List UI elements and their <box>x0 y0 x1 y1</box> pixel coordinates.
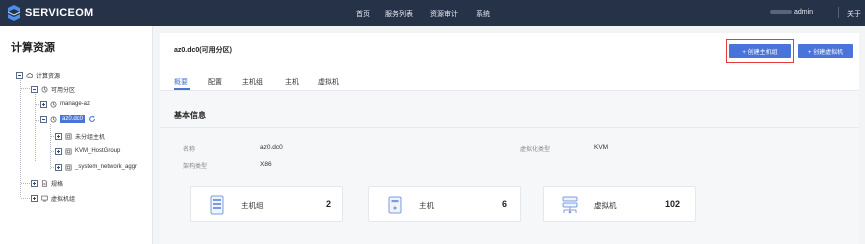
app-logo[interactable]: SERVICEOM <box>6 4 94 22</box>
host-group-icon <box>65 164 72 170</box>
tree-label-selected: az0.dc0 <box>60 115 86 123</box>
tree-guide-line <box>21 183 30 184</box>
tree-node-vm-group[interactable]: 虚拟机组 <box>31 192 75 204</box>
host-icon <box>388 196 402 214</box>
tree-node-az0-dc0[interactable]: az0.dc0 <box>40 113 96 125</box>
tree-label: 可用分区 <box>51 87 76 94</box>
nav-resource-audit[interactable]: 资源审计 <box>430 9 458 19</box>
page-title: az0.dc0(可用分区) <box>174 47 232 54</box>
field-label-virt-type: 虚拟化类型 <box>520 147 551 153</box>
field-value-virt-type: KVM <box>594 144 609 151</box>
vm-group-icon <box>41 195 48 201</box>
section-title: 基本信息 <box>174 111 206 120</box>
basic-info-section: 基本信息 名称 az0.dc0 虚拟化类型 KVM 架构类型 X86 主机组 2 <box>160 91 859 244</box>
field-label-name: 名称 <box>183 147 196 153</box>
nav-system[interactable]: 系统 <box>476 9 490 19</box>
tab-hosts[interactable]: 主机 <box>285 77 299 87</box>
tree-label: 未分组主机 <box>75 134 106 141</box>
tree-label: _system_network_aggr <box>75 164 138 170</box>
tree-node-compute-root[interactable]: 计算资源 <box>16 69 60 81</box>
tree-node-az-group[interactable]: 可用分区 <box>31 83 75 95</box>
availability-zone-icon <box>50 101 57 107</box>
tree-node-system-network-aggr[interactable]: _system_network_aggr <box>55 161 137 173</box>
tree-node-manage-az[interactable]: manage-az <box>40 98 90 110</box>
stat-card-vms[interactable]: 虚拟机 102 <box>543 186 696 222</box>
availability-zone-icon <box>50 116 57 122</box>
topbar-divider <box>838 7 839 18</box>
sidebar-title: 计算资源 <box>11 42 55 54</box>
tree-guide-line <box>20 80 21 198</box>
availability-zone-icon <box>41 86 48 92</box>
tree-node-ungrouped-hosts[interactable]: 未分组主机 <box>55 130 105 142</box>
tree-guide-line <box>21 88 30 89</box>
tree-guide-line <box>50 124 51 169</box>
tree-node-spec[interactable]: 规格 <box>31 177 63 189</box>
stat-label: 虚拟机 <box>594 201 617 210</box>
expand-toggle-icon[interactable] <box>55 132 62 140</box>
collapse-toggle-icon[interactable] <box>40 115 47 123</box>
about-link[interactable]: 关于 <box>847 9 861 19</box>
tree-label: 规格 <box>51 181 64 188</box>
tree-node-kvm-hostgroup[interactable]: KVM_HostGroup <box>55 145 120 157</box>
nav-service-list[interactable]: 服务列表 <box>385 9 413 19</box>
stat-label: 主机 <box>419 201 434 210</box>
app-name: SERVICEOM <box>25 7 94 19</box>
tree-label: manage-az <box>60 101 91 107</box>
expand-toggle-icon[interactable] <box>31 194 38 202</box>
main-panel: az0.dc0(可用分区) + 创建主机组 + 创建虚拟机 概要 配置 主机组 … <box>160 33 859 244</box>
stat-count: 6 <box>502 199 508 209</box>
expand-toggle-icon[interactable] <box>55 147 62 155</box>
stat-label: 主机组 <box>241 201 264 210</box>
user-domain-redacted <box>770 10 792 15</box>
tab-host-groups[interactable]: 主机组 <box>242 77 263 87</box>
host-group-icon <box>210 195 224 215</box>
nav-home[interactable]: 首页 <box>356 9 370 19</box>
create-vm-button[interactable]: + 创建虚拟机 <box>798 44 853 58</box>
stat-card-host-groups[interactable]: 主机组 2 <box>190 186 343 222</box>
collapse-toggle-icon[interactable] <box>31 85 38 93</box>
stat-card-hosts[interactable]: 主机 6 <box>368 186 521 222</box>
field-value-name: az0.dc0 <box>260 144 283 151</box>
top-bar: SERVICEOM 首页 服务列表 资源审计 系统 admin 关于 <box>0 0 865 26</box>
tree-label: 虚拟机组 <box>51 196 76 203</box>
tab-vms[interactable]: 虚拟机 <box>318 77 339 87</box>
section-divider <box>160 127 859 128</box>
create-host-group-button[interactable]: + 创建主机组 <box>729 44 791 58</box>
tab-config[interactable]: 配置 <box>208 77 222 87</box>
field-value-arch-type: X86 <box>260 161 272 168</box>
serviceom-logo-icon <box>7 5 21 21</box>
tree-label: 计算资源 <box>36 73 61 80</box>
collapse-toggle-icon[interactable] <box>16 71 23 79</box>
field-label-arch-type: 架构类型 <box>183 164 208 170</box>
cloud-icon <box>26 72 33 78</box>
tree-guide-line <box>21 198 30 199</box>
vm-icon <box>562 196 578 214</box>
tree-label: KVM_HostGroup <box>75 148 121 154</box>
host-group-icon <box>65 148 72 154</box>
tab-summary[interactable]: 概要 <box>174 77 188 87</box>
user-menu[interactable]: admin <box>770 9 813 16</box>
resource-sidebar: 计算资源 计算资源 可用分区 manage-az az0.dc0 未分组主机 K <box>0 26 153 244</box>
host-group-icon <box>65 133 72 139</box>
stat-count: 102 <box>665 199 681 209</box>
expand-toggle-icon[interactable] <box>31 179 38 187</box>
refresh-icon[interactable] <box>88 115 96 123</box>
expand-toggle-icon[interactable] <box>55 163 62 171</box>
stat-count: 2 <box>326 199 332 209</box>
document-icon <box>41 179 48 187</box>
expand-toggle-icon[interactable] <box>40 100 47 108</box>
user-name: admin <box>794 9 814 16</box>
